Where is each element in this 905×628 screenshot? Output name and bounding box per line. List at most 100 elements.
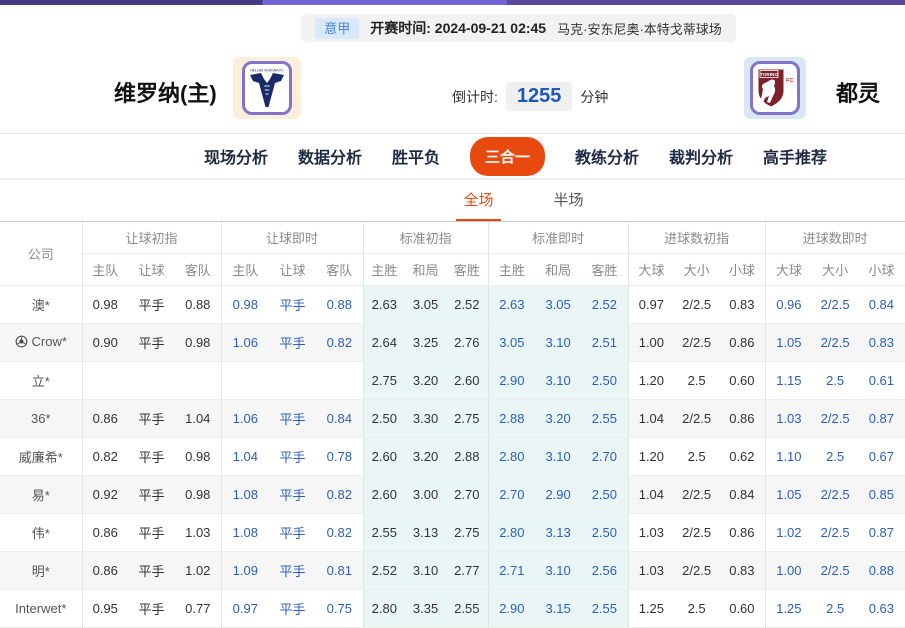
- odds-cell[interactable]: 2.90: [535, 475, 582, 514]
- odds-cell[interactable]: [269, 361, 317, 400]
- odds-cell[interactable]: 3.10: [535, 323, 582, 362]
- odds-cell[interactable]: 1.02: [764, 513, 813, 552]
- odds-cell: 2.75: [362, 361, 406, 400]
- odds-cell[interactable]: [316, 361, 364, 400]
- odds-cell[interactable]: 0.97: [220, 589, 270, 628]
- odds-cell[interactable]: 2/2.5: [812, 551, 859, 590]
- odds-cell[interactable]: 2.51: [581, 323, 629, 362]
- odds-cell[interactable]: 2.88: [487, 399, 536, 438]
- odds-cell[interactable]: 1.06: [220, 323, 270, 362]
- odds-cell[interactable]: 1.15: [764, 361, 813, 400]
- odds-cell[interactable]: 3.13: [535, 513, 582, 552]
- odds-cell[interactable]: 1.10: [764, 437, 813, 476]
- nav-tab-live-analysis[interactable]: 现场分析: [204, 144, 268, 168]
- odds-cell[interactable]: 平手: [269, 513, 317, 552]
- odds-cell[interactable]: 2.56: [581, 551, 629, 590]
- subtab-half-match[interactable]: 半场: [547, 180, 591, 221]
- odds-cell[interactable]: 2.71: [487, 551, 536, 590]
- company-cell[interactable]: Interwet*: [0, 589, 82, 628]
- odds-cell[interactable]: 2.70: [487, 475, 536, 514]
- odds-cell[interactable]: 2.5: [812, 589, 859, 628]
- odds-cell[interactable]: 1.05: [764, 323, 813, 362]
- odds-cell[interactable]: 2.90: [487, 589, 536, 628]
- odds-cell[interactable]: 2/2.5: [812, 513, 859, 552]
- odds-cell[interactable]: 1.09: [220, 551, 270, 590]
- odds-cell[interactable]: 0.75: [316, 589, 364, 628]
- odds-cell[interactable]: 3.10: [535, 551, 582, 590]
- odds-cell[interactable]: 0.87: [858, 513, 905, 552]
- odds-cell[interactable]: 0.63: [858, 589, 905, 628]
- odds-cell[interactable]: 0.88: [316, 285, 364, 324]
- subtab-full-match[interactable]: 全场: [456, 180, 501, 221]
- odds-cell[interactable]: 3.20: [535, 399, 582, 438]
- odds-cell[interactable]: 0.88: [858, 551, 905, 590]
- odds-cell[interactable]: 2/2.5: [812, 475, 859, 514]
- odds-cell[interactable]: 1.08: [220, 475, 270, 514]
- odds-cell[interactable]: 0.82: [316, 475, 364, 514]
- odds-cell[interactable]: 3.05: [535, 285, 582, 324]
- odds-cell[interactable]: 0.85: [858, 475, 905, 514]
- odds-cell[interactable]: 0.83: [858, 323, 905, 362]
- odds-cell[interactable]: 2.5: [812, 437, 859, 476]
- odds-cell[interactable]: 3.05: [487, 323, 536, 362]
- odds-cell[interactable]: 2/2.5: [812, 285, 859, 324]
- odds-cell[interactable]: 2.80: [487, 437, 536, 476]
- odds-cell[interactable]: 0.82: [316, 323, 364, 362]
- odds-cell[interactable]: 2.70: [581, 437, 629, 476]
- odds-cell[interactable]: 2.63: [487, 285, 536, 324]
- company-cell[interactable]: 36*: [0, 399, 82, 438]
- odds-cell[interactable]: 1.03: [764, 399, 813, 438]
- odds-cell[interactable]: 0.78: [316, 437, 364, 476]
- company-cell[interactable]: 澳*: [0, 285, 82, 324]
- company-cell[interactable]: 易*: [0, 475, 82, 514]
- odds-cell[interactable]: 2.52: [581, 285, 629, 324]
- odds-cell[interactable]: 2/2.5: [812, 323, 859, 362]
- odds-cell[interactable]: 2.55: [581, 589, 629, 628]
- odds-cell[interactable]: 1.04: [220, 437, 270, 476]
- odds-cell[interactable]: 平手: [269, 589, 317, 628]
- odds-cell[interactable]: 平手: [269, 323, 317, 362]
- nav-tab-expert-picks[interactable]: 高手推荐: [763, 144, 827, 168]
- nav-tab-three-in-one[interactable]: 三合一: [469, 136, 545, 176]
- odds-cell[interactable]: 1.06: [220, 399, 270, 438]
- odds-cell[interactable]: 3.15: [535, 589, 582, 628]
- odds-cell[interactable]: 0.61: [858, 361, 905, 400]
- odds-cell[interactable]: 平手: [269, 475, 317, 514]
- odds-cell[interactable]: 2.80: [487, 513, 536, 552]
- odds-cell[interactable]: 平手: [269, 285, 317, 324]
- odds-cell[interactable]: [220, 361, 270, 400]
- odds-cell[interactable]: 3.10: [535, 437, 582, 476]
- odds-cell[interactable]: 1.25: [764, 589, 813, 628]
- odds-cell[interactable]: 0.98: [220, 285, 270, 324]
- odds-cell[interactable]: 0.84: [858, 285, 905, 324]
- odds-cell[interactable]: 2.90: [487, 361, 536, 400]
- odds-cell[interactable]: 1.05: [764, 475, 813, 514]
- odds-cell[interactable]: 0.84: [316, 399, 364, 438]
- odds-cell[interactable]: 2.5: [812, 361, 859, 400]
- odds-cell[interactable]: 1.08: [220, 513, 270, 552]
- odds-cell[interactable]: 2.50: [581, 361, 629, 400]
- odds-cell[interactable]: 3.10: [535, 361, 582, 400]
- odds-cell[interactable]: 平手: [269, 551, 317, 590]
- nav-tab-win-draw-loss[interactable]: 胜平负: [392, 144, 440, 168]
- nav-tab-referee-analysis[interactable]: 裁判分析: [669, 144, 733, 168]
- company-cell[interactable]: 伟*: [0, 513, 82, 552]
- odds-cell[interactable]: 0.81: [316, 551, 364, 590]
- company-cell[interactable]: 威廉希*: [0, 437, 82, 476]
- odds-cell[interactable]: 0.96: [764, 285, 813, 324]
- odds-cell[interactable]: 1.00: [764, 551, 813, 590]
- odds-cell[interactable]: 0.82: [316, 513, 364, 552]
- odds-cell[interactable]: 平手: [269, 399, 317, 438]
- odds-cell[interactable]: 2.50: [581, 513, 629, 552]
- odds-cell[interactable]: 0.67: [858, 437, 905, 476]
- odds-cell[interactable]: 2.55: [581, 399, 629, 438]
- company-cell[interactable]: 明*: [0, 551, 82, 590]
- odds-cell[interactable]: 2.50: [581, 475, 629, 514]
- company-cell[interactable]: 立*: [0, 361, 82, 400]
- odds-cell[interactable]: 2/2.5: [812, 399, 859, 438]
- nav-tab-data-analysis[interactable]: 数据分析: [298, 144, 362, 168]
- nav-tab-coach-analysis[interactable]: 教练分析: [575, 144, 639, 168]
- odds-cell[interactable]: 0.87: [858, 399, 905, 438]
- company-cell[interactable]: Crow*: [0, 323, 82, 362]
- odds-cell[interactable]: 平手: [269, 437, 317, 476]
